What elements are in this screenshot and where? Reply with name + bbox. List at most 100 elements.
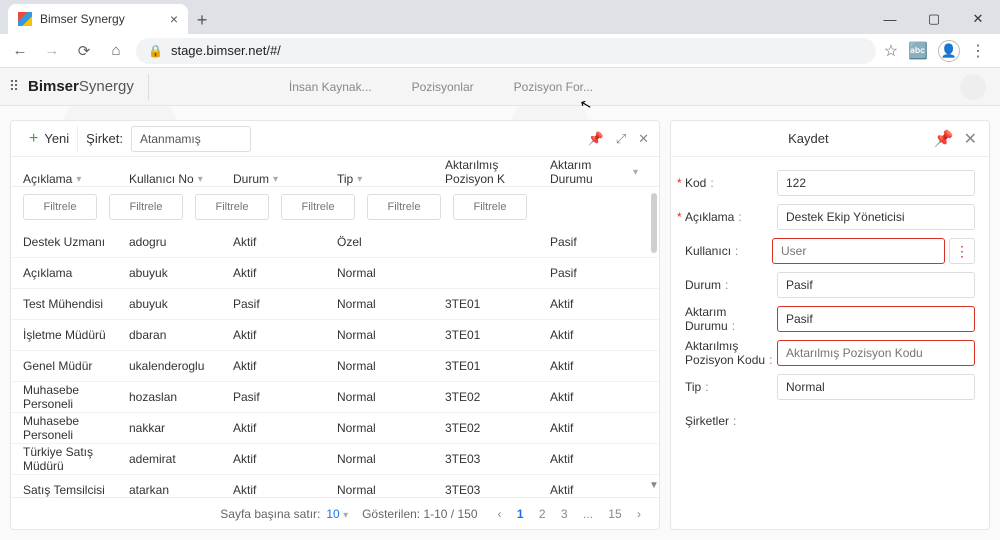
durum-label: Durum:: [685, 278, 777, 292]
page-last[interactable]: 15: [602, 507, 627, 521]
cell-durum: Aktif: [227, 359, 331, 373]
filter-kullanici[interactable]: [109, 194, 183, 220]
cell-kullanici: adogru: [123, 235, 227, 249]
crumb-positions[interactable]: Pozisyonlar: [392, 80, 494, 94]
translate-icon[interactable]: 🔤: [908, 41, 928, 61]
pin-icon[interactable]: 📌: [934, 129, 954, 149]
url-text: stage.bimser.net/#/: [171, 43, 281, 58]
crumb-position-form[interactable]: Pozisyon For...: [494, 80, 613, 94]
page-next[interactable]: ›: [631, 507, 647, 521]
table-row[interactable]: AçıklamaabuyukAktifNormalPasif: [11, 258, 659, 289]
cell-aciklama: Muhasebe Personeli: [17, 414, 123, 442]
filter-aciklama[interactable]: [23, 194, 97, 220]
table-row[interactable]: Muhasebe PersonelihozaslanPasifNormal3TE…: [11, 382, 659, 413]
cell-tip: Normal: [331, 266, 439, 280]
col-tip[interactable]: Tip▾: [331, 172, 439, 186]
company-select[interactable]: [131, 126, 251, 152]
cell-aciklama: Satış Temsilcisi: [17, 483, 123, 497]
expand-icon[interactable]: ⤢: [616, 131, 626, 147]
col-aktarim[interactable]: Aktarım Durumu▾: [544, 158, 644, 186]
cell-kullanici: ukalenderoglu: [123, 359, 227, 373]
close-icon[interactable]: ✕: [964, 129, 977, 149]
aktarilmis-input[interactable]: [777, 340, 975, 366]
aktarilmis-label: AktarılmışPozisyon Kodu:: [685, 339, 777, 368]
table-row[interactable]: Muhasebe PersonelinakkarAktifNormal3TE02…: [11, 413, 659, 444]
cell-aktarilmis: 3TE01: [439, 359, 544, 373]
nav-forward-icon[interactable]: →: [40, 42, 64, 59]
cell-aktarim: Pasif: [544, 235, 644, 249]
tip-select[interactable]: [777, 374, 975, 400]
cell-aktarilmis: 3TE03: [439, 452, 544, 466]
window-maximize-icon[interactable]: ▢: [912, 4, 956, 34]
column-headers: Açıklama▾ Kullanıcı No▾ Durum▾ Tip▾ Akta…: [11, 157, 659, 187]
browser-tab[interactable]: Bimser Synergy ×: [8, 4, 188, 34]
star-icon[interactable]: ☆: [884, 41, 898, 61]
cell-durum: Aktif: [227, 483, 331, 497]
cell-tip: Normal: [331, 483, 439, 497]
table-row[interactable]: İşletme MüdürüdbaranAktifNormal3TE01Akti…: [11, 320, 659, 351]
filter-tip[interactable]: [281, 194, 355, 220]
cell-tip: Normal: [331, 359, 439, 373]
cell-kullanici: ademirat: [123, 452, 227, 466]
nav-home-icon[interactable]: ⌂: [104, 42, 128, 59]
table-row[interactable]: Türkiye Satış MüdürüademiratAktifNormal3…: [11, 444, 659, 475]
chevron-down-icon: ▾: [633, 167, 638, 178]
kullanici-picker-button[interactable]: ⋮: [949, 238, 975, 264]
kullanici-label: Kullanıcı:: [685, 244, 772, 258]
cell-aktarim: Aktif: [544, 328, 644, 342]
col-aciklama[interactable]: Açıklama▾: [17, 172, 123, 186]
aktarim-label: Aktarım Durumu:: [685, 305, 777, 333]
table-row[interactable]: Test MühendisiabuyukPasifNormal3TE01Akti…: [11, 289, 659, 320]
showing-text: Gösterilen: 1-10 / 150: [362, 507, 477, 521]
page-2[interactable]: 2: [533, 507, 552, 521]
cell-aktarilmis: 3TE03: [439, 483, 544, 497]
close-icon[interactable]: ✕: [638, 131, 649, 147]
window-close-icon[interactable]: ✕: [956, 4, 1000, 34]
window-minimize-icon[interactable]: —: [868, 4, 912, 34]
positions-list-panel: + Yeni Şirket: 📌 ⤢ ✕ Açıklama▾ Kullanıcı…: [10, 120, 660, 530]
pin-icon[interactable]: 📌: [588, 131, 604, 147]
aciklama-input[interactable]: [777, 204, 975, 230]
aktarim-select[interactable]: [777, 306, 975, 332]
cell-kullanici: abuyuk: [123, 266, 227, 280]
filter-row: [11, 187, 659, 227]
page-1[interactable]: 1: [511, 507, 530, 521]
col-aktarilmis[interactable]: Aktarılmış Pozisyon K: [439, 158, 544, 186]
table-row[interactable]: Destek UzmanıadogruAktifÖzelPasif: [11, 227, 659, 258]
chevron-down-icon: ▾: [76, 174, 81, 185]
kullanici-input[interactable]: [772, 238, 945, 264]
url-field[interactable]: 🔒 stage.bimser.net/#/: [136, 38, 876, 64]
brand[interactable]: BimserSynergy: [28, 78, 148, 95]
app-launcher-icon[interactable]: ⠿: [0, 78, 28, 95]
cell-durum: Aktif: [227, 421, 331, 435]
col-durum[interactable]: Durum▾: [227, 172, 331, 186]
new-tab-button[interactable]: +: [188, 6, 216, 34]
col-kullanici[interactable]: Kullanıcı No▾: [123, 172, 227, 186]
divider: [148, 74, 149, 100]
page-prev[interactable]: ‹: [492, 507, 508, 521]
filter-aktarilmis[interactable]: [367, 194, 441, 220]
kebab-icon[interactable]: ⋮: [970, 41, 986, 61]
address-bar: ← → ⟳ ⌂ 🔒 stage.bimser.net/#/ ☆ 🔤 👤 ⋮: [0, 34, 1000, 68]
cell-aciklama: Genel Müdür: [17, 359, 123, 373]
page-3[interactable]: 3: [555, 507, 574, 521]
nav-reload-icon[interactable]: ⟳: [72, 42, 96, 60]
table-row[interactable]: Satış TemsilcisiatarkanAktifNormal3TE03A…: [11, 475, 659, 497]
per-page-select[interactable]: 10 ▾: [326, 507, 348, 521]
kod-input[interactable]: [777, 170, 975, 196]
scrollbar[interactable]: ▼: [651, 193, 657, 491]
new-button[interactable]: + Yeni: [21, 126, 78, 152]
workspace: + Yeni Şirket: 📌 ⤢ ✕ Açıklama▾ Kullanıcı…: [0, 106, 1000, 540]
chevron-down-icon: ▾: [357, 174, 362, 185]
filter-aktarim[interactable]: [453, 194, 527, 220]
lock-icon: 🔒: [148, 44, 163, 58]
chevron-down-icon: ▾: [198, 174, 203, 185]
crumb-hr[interactable]: İnsan Kaynak...: [269, 80, 392, 94]
avatar[interactable]: [960, 74, 986, 100]
profile-icon[interactable]: 👤: [938, 40, 960, 62]
table-row[interactable]: Genel MüdürukalenderogluAktifNormal3TE01…: [11, 351, 659, 382]
filter-durum[interactable]: [195, 194, 269, 220]
tab-close-icon[interactable]: ×: [170, 11, 178, 27]
nav-back-icon[interactable]: ←: [8, 42, 32, 59]
durum-select[interactable]: [777, 272, 975, 298]
